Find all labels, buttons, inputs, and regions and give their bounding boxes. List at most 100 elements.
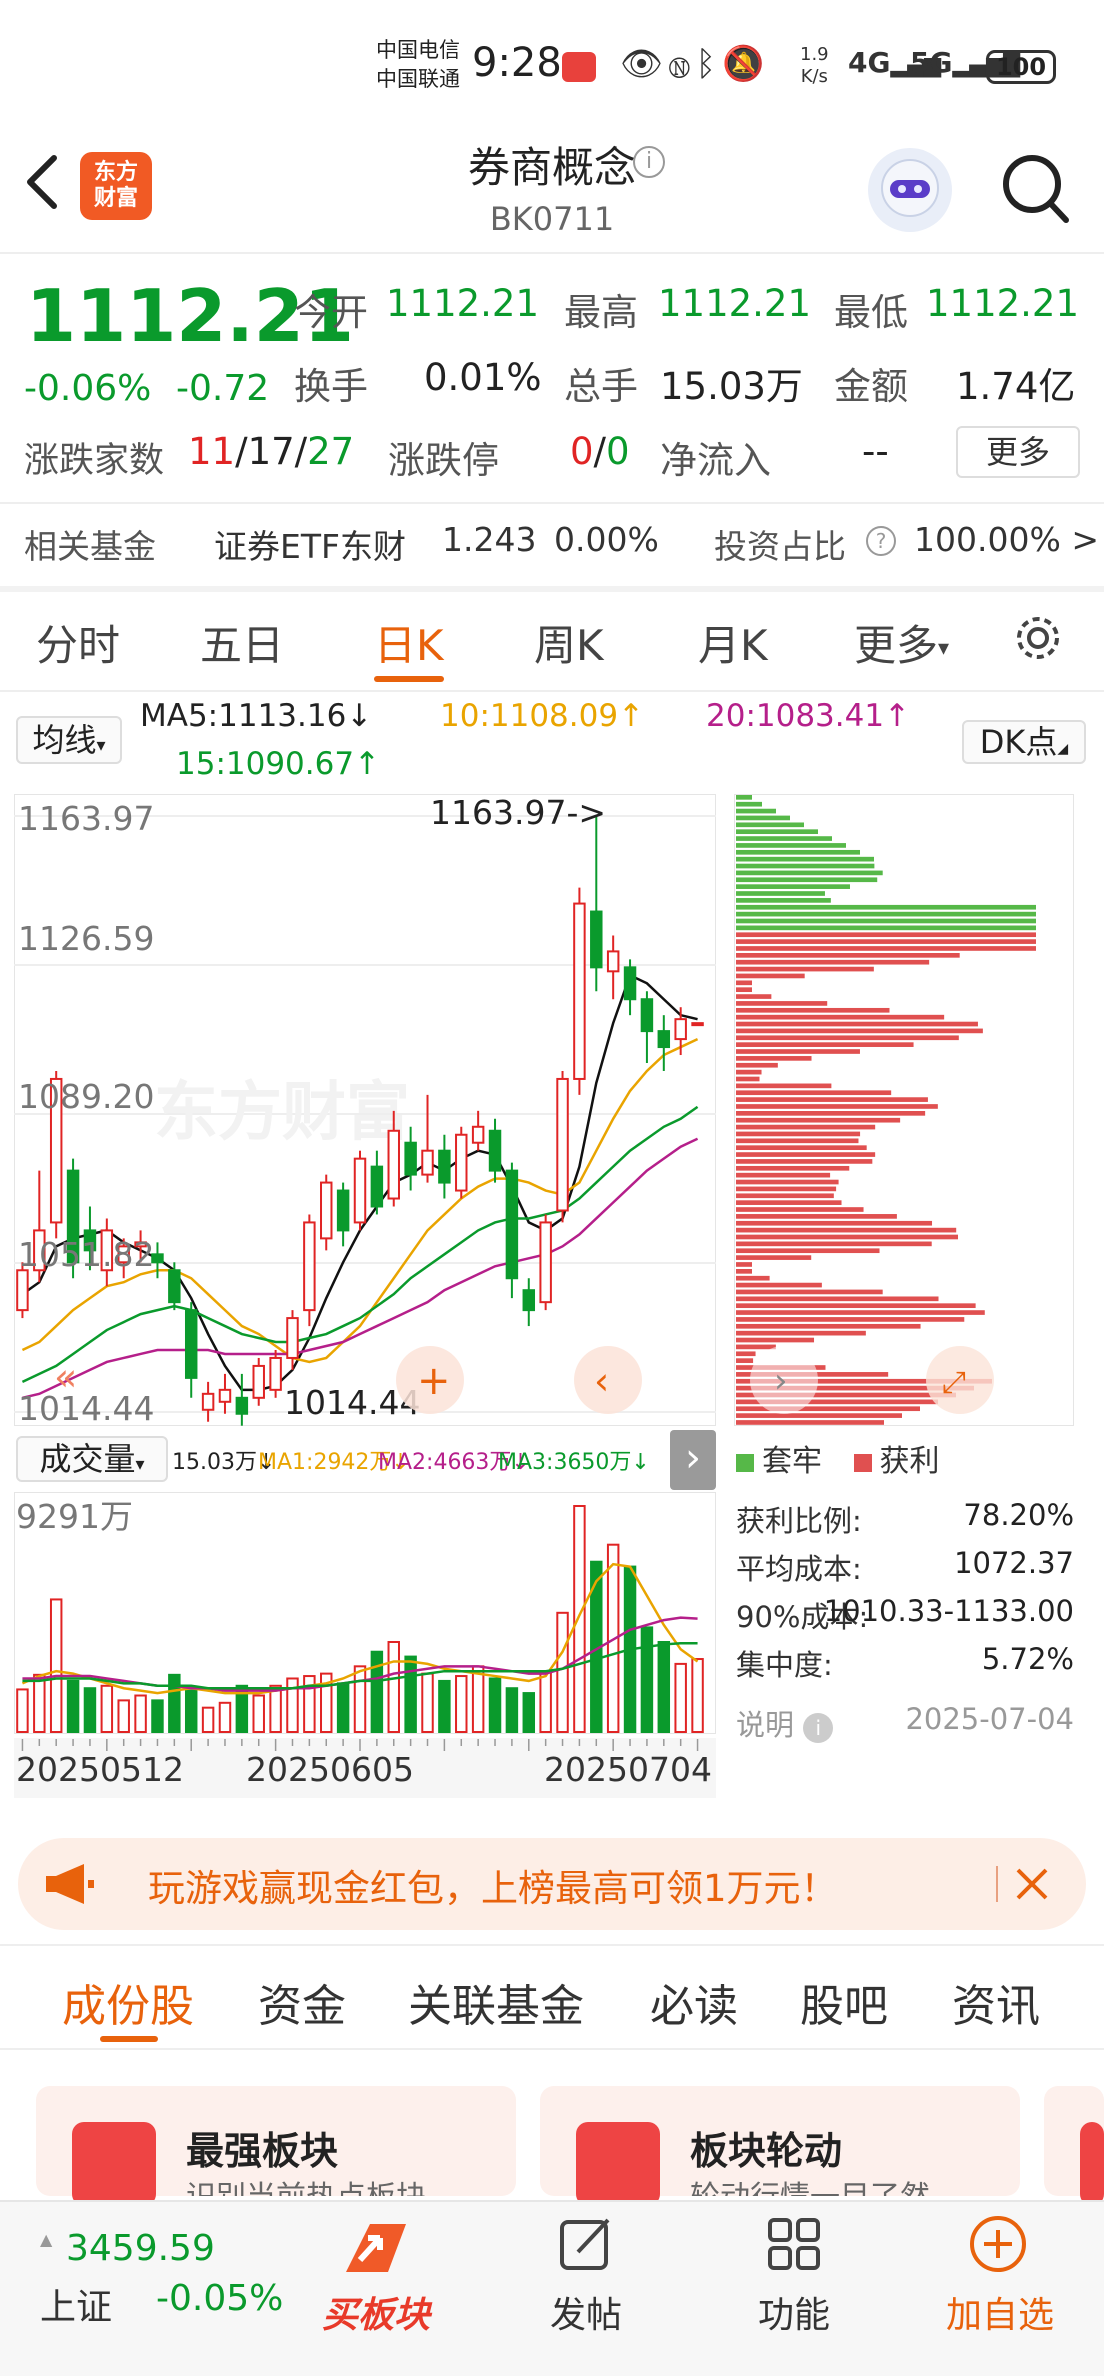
candle-body bbox=[336, 1189, 350, 1232]
volume-bar bbox=[505, 1687, 519, 1734]
volume-bar bbox=[674, 1662, 687, 1734]
tab-weekly-k[interactable]: 周K bbox=[534, 612, 604, 673]
settings-gear-icon[interactable] bbox=[1012, 612, 1064, 664]
limit-label: 涨跌停 bbox=[388, 439, 499, 482]
help-icon[interactable]: ? bbox=[866, 526, 896, 556]
candle-body bbox=[168, 1269, 181, 1304]
volume-bar bbox=[151, 1699, 164, 1734]
sector-chart-icon bbox=[72, 2122, 156, 2206]
volume-bar bbox=[455, 1675, 468, 1734]
open-value: 1112.21 bbox=[386, 282, 540, 325]
fund-name: 证券ETF东财 bbox=[214, 527, 406, 566]
tab-intraday[interactable]: 分时 bbox=[36, 612, 120, 673]
candle-body bbox=[505, 1169, 519, 1280]
candle bbox=[539, 1214, 552, 1311]
netflow-value: -- bbox=[862, 430, 889, 473]
trapped-bar bbox=[736, 801, 762, 807]
change-value: -0.72 bbox=[176, 368, 270, 409]
ma10-value: 10:1108.09↑ bbox=[440, 698, 645, 734]
candle-body bbox=[590, 910, 603, 969]
profit-bar bbox=[736, 1111, 926, 1116]
profit-bar bbox=[736, 959, 930, 965]
tab-constituents[interactable]: 成份股 bbox=[62, 1970, 194, 2034]
candle bbox=[691, 1022, 704, 1027]
volume-chart[interactable]: 9291万 bbox=[14, 1492, 716, 1734]
profit-bar bbox=[736, 1090, 892, 1096]
tab-related-funds[interactable]: 关联基金 bbox=[408, 1970, 584, 2034]
close-icon[interactable] bbox=[1014, 1866, 1050, 1902]
profit-bar bbox=[736, 1289, 883, 1295]
tab-more[interactable]: 更多▾ bbox=[854, 612, 949, 673]
profit-bar bbox=[736, 994, 772, 999]
profit-bar bbox=[736, 1138, 859, 1144]
ma20-value: 20:1083.41↑ bbox=[706, 698, 911, 734]
low-label: 最低 bbox=[834, 291, 908, 334]
candle-body bbox=[623, 966, 637, 1001]
add-watchlist-label: 加自选 bbox=[945, 2295, 1054, 2336]
concentration-value: 5.72% bbox=[981, 1642, 1074, 1676]
profit-bar bbox=[736, 953, 960, 958]
tab-news[interactable]: 资讯 bbox=[952, 1970, 1040, 2034]
app-notification-icon bbox=[562, 52, 596, 82]
carrier-2: 中国联通 bbox=[376, 67, 460, 91]
tab-must-read[interactable]: 必读 bbox=[650, 1970, 738, 2034]
tab-forum[interactable]: 股吧 bbox=[800, 1970, 888, 2034]
profit-ratio-label: 获利比例: bbox=[736, 1504, 862, 1538]
kline-chart[interactable]: 东方财富 1163.97 1126.59 1089.20 1051.82 101… bbox=[14, 794, 716, 1426]
volume-selector[interactable]: 成交量▾ bbox=[16, 1436, 168, 1482]
turnover-value: 0.01% bbox=[424, 356, 542, 399]
profit-bar bbox=[736, 1358, 754, 1363]
index-value: 3459.59 bbox=[66, 2228, 215, 2269]
cost90-value: 1010.33-1133.00 bbox=[823, 1594, 1074, 1628]
chip-distribution[interactable]: › ⤢ bbox=[734, 794, 1074, 1426]
candle-body bbox=[16, 1269, 29, 1312]
double-chevron-left-icon: « bbox=[54, 1355, 77, 1399]
ma-selector[interactable]: 均线▾ bbox=[16, 716, 122, 764]
ma5-value: MA5:1113.16↓ bbox=[140, 698, 373, 734]
card-sector-rotation[interactable]: 板块轮动 轮动行情一目了然 bbox=[540, 2086, 1020, 2206]
candle-body bbox=[303, 1221, 316, 1312]
updown-counts: 11/17/27 bbox=[188, 430, 354, 473]
amount-value: 1.74亿 bbox=[956, 365, 1076, 408]
trapped-bar bbox=[736, 911, 1036, 917]
volume-bar bbox=[421, 1672, 434, 1734]
profit-bar bbox=[736, 1413, 902, 1418]
chevron-right-icon: › bbox=[774, 1361, 788, 1401]
profit-bar bbox=[736, 1186, 837, 1192]
change-percent: -0.06% bbox=[24, 368, 152, 409]
profit-bar bbox=[736, 1117, 901, 1123]
post-label: 发帖 bbox=[549, 2295, 622, 2336]
profit-label: 获利 bbox=[879, 1444, 940, 1479]
trapped-bar bbox=[736, 829, 818, 835]
card-icon-partial bbox=[1080, 2122, 1104, 2206]
card-strongest-sector[interactable]: 最强板块 识别当前热点板块 bbox=[36, 2086, 516, 2206]
card-next-peek[interactable] bbox=[1044, 2086, 1104, 2206]
expand-panel-icon[interactable]: › bbox=[670, 1430, 716, 1490]
more-button[interactable]: 更多 bbox=[956, 426, 1080, 478]
info-icon: i bbox=[803, 1713, 834, 1743]
limit-down-count: 0 bbox=[606, 430, 630, 473]
robot-assistant-icon[interactable] bbox=[868, 148, 952, 232]
note-label: 说明 bbox=[736, 1708, 795, 1742]
tab-funds-flow[interactable]: 资金 bbox=[258, 1970, 346, 2034]
speed-value: 1.9 bbox=[800, 44, 829, 65]
separator: / bbox=[294, 430, 308, 473]
dk-point-button[interactable]: DK点◢ bbox=[962, 720, 1086, 764]
volume-bar bbox=[522, 1692, 536, 1733]
scroll-left-icon[interactable]: « bbox=[54, 1355, 77, 1399]
volume-bar bbox=[33, 1673, 46, 1734]
tab-monthly-k[interactable]: 月K bbox=[698, 612, 768, 673]
profit-bar bbox=[736, 932, 1036, 938]
candle-body bbox=[657, 1030, 671, 1049]
limit-up-count: 0 bbox=[570, 430, 594, 473]
search-icon[interactable] bbox=[1000, 148, 1072, 228]
profile-note[interactable]: 说明 i bbox=[736, 1702, 834, 1744]
profile-legend: 套牢 获利 bbox=[736, 1436, 940, 1480]
info-icon[interactable]: i bbox=[633, 146, 665, 178]
trapped-bar bbox=[736, 877, 878, 883]
tab-daily-k[interactable]: 日K bbox=[374, 612, 444, 673]
profile-date: 2025-07-04 bbox=[905, 1702, 1074, 1736]
candle-body bbox=[455, 1133, 468, 1192]
avg-cost-label: 平均成本: bbox=[736, 1552, 862, 1586]
tab-five-day[interactable]: 五日 bbox=[200, 612, 284, 673]
